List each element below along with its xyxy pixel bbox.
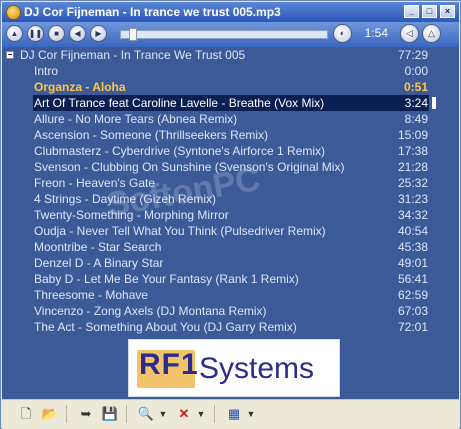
window-title: DJ Cor Fijneman - In trance we trust 005… (24, 5, 281, 19)
track-title: Freon - Heaven's Gate (34, 176, 156, 190)
playlist-header-row[interactable]: DJ Cor Fijneman - In Trance We Trust 005… (2, 47, 459, 63)
view-dropdown-icon[interactable]: ▼ (246, 405, 256, 423)
current-time: 1:54 (364, 26, 388, 40)
toolbar-separator (126, 405, 127, 423)
track-row[interactable]: Freon - Heaven's Gate 25:32 (2, 175, 459, 191)
search-dropdown-icon[interactable]: ▼ (158, 405, 168, 423)
delete-icon[interactable]: ✕ (174, 405, 194, 423)
track-duration: 17:38 (397, 144, 428, 158)
bottom-toolbar: 🗋 📂 ➥ 💾 🔍 ▼ ✕ ▼ ▦ ▼ (2, 399, 459, 429)
track-title: Denzel D - A Binary Star (34, 256, 164, 270)
track-row[interactable]: Svenson - Clubbing On Sunshine (Svenson'… (2, 159, 459, 175)
track-row[interactable]: Oudja - Never Tell What You Think (Pulse… (2, 223, 459, 239)
seek-slider-handle[interactable] (129, 28, 137, 41)
minimize-button[interactable]: _ (404, 5, 419, 18)
track-row[interactable]: Clubmasterz - Cyberdrive (Syntone's Airf… (2, 143, 459, 159)
track-title: Svenson - Clubbing On Sunshine (Svenson'… (34, 160, 345, 174)
track-duration: 34:32 (397, 208, 428, 222)
toolbar-separator (214, 405, 215, 423)
track-title: Oudja - Never Tell What You Think (Pulse… (34, 224, 326, 238)
track-duration: 67:03 (397, 304, 428, 318)
toolbar-separator (66, 405, 67, 423)
rf1-systems-logo: RF1 Systems (128, 339, 340, 397)
search-icon[interactable]: 🔍 (136, 405, 156, 423)
track-title: 4 Strings - Daytime (Gizeh Remix) (34, 192, 217, 206)
track-duration: 0:00 (404, 64, 428, 78)
title-bar: DJ Cor Fijneman - In trance we trust 005… (2, 2, 459, 22)
track-title: Twenty-Something - Morphing Mirror (34, 208, 229, 222)
volume-down-icon[interactable]: ◁ (400, 24, 419, 43)
track-duration: 72:01 (397, 320, 428, 334)
save-icon[interactable]: 💾 (100, 405, 120, 423)
track-duration: 8:49 (404, 112, 428, 126)
eject-icon[interactable]: ▲ (6, 25, 23, 42)
volume-knob-icon[interactable]: ◐ (333, 24, 352, 43)
track-row[interactable]: Organza - Aloha 0:51 (2, 79, 459, 95)
track-duration: 45:38 (397, 240, 428, 254)
playlist-total-duration: 77:29 (397, 48, 428, 62)
track-duration: 49:01 (397, 256, 428, 270)
track-row[interactable]: The Act - Something About You (DJ Garry … (2, 319, 459, 335)
track-row[interactable]: Ascension - Someone (Thrillseekers Remix… (2, 127, 459, 143)
track-duration: 21:28 (397, 160, 428, 174)
track-duration: 3:24 (404, 96, 428, 110)
track-row[interactable]: Allure - No More Tears (Abnea Remix) 8:49 (2, 111, 459, 127)
track-title: Allure - No More Tears (Abnea Remix) (34, 112, 238, 126)
track-title: Art Of Trance feat Caroline Lavelle - Br… (34, 96, 325, 110)
track-row[interactable]: Baby D - Let Me Be Your Fantasy (Rank 1 … (2, 271, 459, 287)
track-row[interactable]: Art Of Trance feat Caroline Lavelle - Br… (2, 95, 459, 111)
track-row[interactable]: Twenty-Something - Morphing Mirror 34:32 (2, 207, 459, 223)
track-duration: 56:41 (397, 272, 428, 286)
track-duration: 40:54 (397, 224, 428, 238)
track-row[interactable]: Denzel D - A Binary Star 49:01 (2, 255, 459, 271)
track-title: Vincenzo - Zong Axels (DJ Montana Remix) (34, 304, 267, 318)
track-title: Moontribe - Star Search (34, 240, 162, 254)
track-row[interactable]: Moontribe - Star Search 45:38 (2, 239, 459, 255)
track-row[interactable]: Intro 0:00 (2, 63, 459, 79)
player-window: DJ Cor Fijneman - In trance we trust 005… (0, 0, 461, 429)
transport-controls: ▲ ❚❚ ■ ◀ ▶ ◐ 1:54 ◁ △ (2, 22, 459, 47)
import-icon[interactable]: ➥ (76, 405, 96, 423)
new-file-icon[interactable]: 🗋 (16, 405, 36, 423)
current-track-marker (432, 97, 436, 109)
close-button[interactable]: × (440, 5, 455, 18)
track-duration: 31:23 (397, 192, 428, 206)
track-title: Baby D - Let Me Be Your Fantasy (Rank 1 … (34, 272, 299, 286)
stop-icon[interactable]: ■ (48, 25, 65, 42)
app-icon[interactable] (6, 5, 21, 20)
track-duration: 62:59 (397, 288, 428, 302)
track-title: Organza - Aloha (34, 80, 126, 94)
logo-rf1: RF1 (139, 348, 199, 381)
logo-systems: Systems (199, 352, 315, 385)
track-row[interactable]: 4 Strings - Daytime (Gizeh Remix) 31:23 (2, 191, 459, 207)
track-title: Ascension - Someone (Thrillseekers Remix… (34, 128, 269, 142)
track-title: Clubmasterz - Cyberdrive (Syntone's Airf… (34, 144, 326, 158)
track-row[interactable]: Threesome - Mohave 62:59 (2, 287, 459, 303)
view-options-icon[interactable]: ▦ (224, 405, 244, 423)
playlist-title: DJ Cor Fijneman - In Trance We Trust 005 (20, 48, 246, 62)
track-title: Intro (34, 64, 59, 78)
collapse-icon[interactable] (6, 51, 14, 59)
track-duration: 15:09 (397, 128, 428, 142)
track-title: Threesome - Mohave (34, 288, 149, 302)
pause-icon[interactable]: ❚❚ (27, 25, 44, 42)
track-title: The Act - Something About You (DJ Garry … (34, 320, 297, 334)
seek-bar[interactable] (120, 28, 328, 41)
volume-up-icon[interactable]: △ (422, 24, 441, 43)
playlist[interactable]: DJ Cor Fijneman - In Trance We Trust 005… (2, 47, 459, 399)
maximize-button[interactable]: □ (422, 5, 437, 18)
open-folder-icon[interactable]: 📂 (40, 405, 60, 423)
previous-icon[interactable]: ◀ (69, 25, 86, 42)
delete-dropdown-icon[interactable]: ▼ (196, 405, 206, 423)
track-duration: 25:32 (397, 176, 428, 190)
next-icon[interactable]: ▶ (90, 25, 107, 42)
track-duration: 0:51 (403, 80, 428, 94)
track-row[interactable]: Vincenzo - Zong Axels (DJ Montana Remix)… (2, 303, 459, 319)
